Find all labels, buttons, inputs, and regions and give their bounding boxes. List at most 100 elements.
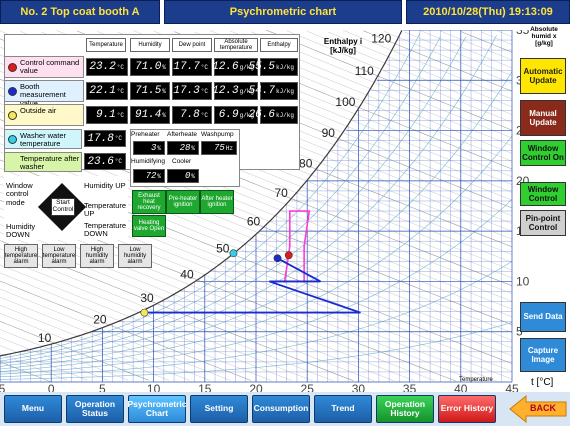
y-tick-label: 10 — [516, 274, 530, 288]
enthalpy-line — [0, 313, 170, 381]
x-tick-label: 30 — [352, 382, 366, 392]
temp-after-washer-value: 23.6 °C — [84, 153, 126, 170]
high-humidity-alarm: High humidity alarm — [80, 244, 114, 268]
low-temperature-alarm: Low temperature alarm — [42, 244, 76, 268]
enthalpy-tick-label: 30 — [140, 291, 154, 305]
row-temp-value: 22.1 °C — [86, 82, 128, 100]
enthalpy-line — [460, 31, 513, 53]
row-temp-value: 9.1 °C — [86, 106, 128, 124]
afterheater-label: Afterheate — [167, 131, 197, 138]
row-dot — [8, 63, 17, 72]
right-button-3[interactable]: Window Control — [520, 182, 566, 206]
temperature-small-label: Temperature — [459, 377, 493, 383]
washer-water-row: Washer water temperature — [4, 129, 82, 149]
col-header-enthalpy: Enthalpy — [260, 38, 298, 52]
nav-button-1[interactable]: Operation Status — [66, 395, 124, 423]
exhaust-heat-recovery-button[interactable]: Exhaust heat recovery — [132, 190, 166, 214]
row-label: Outside air — [20, 106, 57, 115]
enthalpy-line — [0, 248, 333, 381]
afterheater-value: 28% — [167, 141, 199, 155]
row-hum-value: 91.4% — [130, 106, 170, 124]
col-header-dew-point: Dew point — [172, 38, 212, 52]
nav-button-4[interactable]: Consumption — [252, 395, 310, 423]
row-dot — [8, 87, 17, 96]
row-enth-value: 54.7 kJ/kg — [249, 82, 298, 100]
enthalpy-line — [383, 31, 513, 84]
washpump-value: 75 Hz — [201, 141, 237, 155]
row-dew-value: 17.3 °C — [172, 82, 212, 100]
x-tick-label: -5 — [0, 382, 6, 392]
right-button-6[interactable]: Capture Image — [520, 338, 566, 372]
enthalpy-line — [0, 296, 210, 381]
back-label: BACK — [530, 403, 556, 413]
x-axis-label: t [°C] — [531, 377, 554, 388]
x-tick-label: 45 — [505, 382, 519, 392]
x-tick-label: 0 — [48, 382, 55, 392]
humidifying-value: 72% — [133, 169, 165, 183]
row-1: Booth measurement value — [4, 80, 84, 107]
enthalpy-line — [404, 31, 513, 76]
right-button-0[interactable]: Automatic Update — [520, 58, 566, 94]
enthalpy-tick-label: 60 — [247, 215, 261, 229]
right-button-2[interactable]: Window Control On — [520, 140, 566, 166]
nav-button-5[interactable]: Trend — [314, 395, 372, 423]
nav-button-6[interactable]: Operation History — [376, 395, 434, 423]
preheater-ignition-button[interactable]: Pre-heater ignition — [166, 190, 200, 214]
booth-title: No. 2 Top coat booth A — [0, 0, 160, 24]
nav-button-0[interactable]: Menu — [4, 395, 62, 423]
col-header-absolute: Absolute temperature — [214, 38, 258, 52]
nav-button-2[interactable]: Psychrometric Chart — [127, 395, 187, 423]
right-button-4[interactable]: Pin-point Control — [520, 210, 566, 236]
humidifying-label: Humidifying — [131, 158, 165, 165]
humidity-up-label: Humidity UP — [84, 181, 126, 190]
nav-button-7[interactable]: Error History — [438, 395, 496, 423]
row-enth-value: 26.6 kJ/kg — [249, 106, 298, 124]
col-header-temperature: Temperature — [86, 38, 126, 52]
back-button[interactable]: BACK — [508, 394, 568, 424]
washer-water-value: 17.8 °C — [84, 130, 126, 147]
x-tick-label: 10 — [147, 382, 161, 392]
preheater-label: Preheater — [131, 131, 160, 138]
screen-title: Psychrometric chart — [164, 0, 402, 24]
x-tick-label: 40 — [454, 382, 468, 392]
preheater-value: 3% — [133, 141, 165, 155]
humidity-down-label: Humidity DOWN — [6, 222, 36, 240]
enthalpy-tick-label: 70 — [274, 186, 288, 200]
state-point — [229, 249, 238, 258]
heating-valve-open-button[interactable]: Heating valve Open — [132, 215, 166, 237]
enthalpy-tick-label: 80 — [299, 157, 313, 171]
y-axis-label: Absolute humid x [g/kg] — [530, 26, 558, 48]
x-tick-label: 25 — [301, 382, 315, 392]
enthalpy-tick-label: 90 — [322, 126, 336, 140]
washer-water-dot — [8, 135, 17, 144]
right-button-5[interactable]: Send Data — [520, 302, 566, 332]
temp-after-washer-label: Temperature after washer — [20, 154, 80, 172]
x-axis-ticks: -5 0 5 10 15 20 25 30 35 40 45 — [0, 382, 519, 392]
temperature-down-label: Temperature DOWN — [84, 221, 127, 239]
enthalpy-tick-label: 110 — [355, 64, 374, 78]
enthalpy-tick-label: 100 — [335, 95, 355, 109]
state-point — [273, 254, 282, 263]
process-path-line — [144, 257, 361, 314]
enthalpy-line — [440, 30, 513, 61]
washer-water-label: Washer water temperature — [20, 131, 66, 149]
row-temp-value: 23.2 °C — [86, 58, 128, 76]
enthalpy-line — [0, 353, 67, 381]
right-button-1[interactable]: Manual Update — [520, 100, 566, 136]
enthalpy-tick-label: 40 — [180, 268, 194, 282]
enthalpy-axis-label: Enthalpy i [kJ/kg] — [323, 37, 363, 55]
enthalpy-tick-label: 50 — [216, 242, 230, 256]
high-temperature-alarm: High temperature alarm — [4, 244, 38, 268]
start-control-button[interactable]: Start Control — [51, 198, 75, 216]
enthalpy-tick-label: 20 — [93, 313, 107, 327]
row-label: Control command value — [20, 58, 80, 76]
process-path — [144, 257, 361, 314]
after-heater-ignition-button[interactable]: After heater ignition — [200, 190, 234, 214]
cooler-value: 0% — [167, 169, 199, 183]
temperature-up-label: Temperature UP — [84, 201, 127, 219]
state-point — [140, 308, 149, 317]
x-tick-label: 15 — [198, 382, 212, 392]
row-hum-value: 71.5% — [130, 82, 170, 100]
nav-button-3[interactable]: Setting — [190, 395, 248, 423]
enthalpy-line — [496, 30, 513, 37]
